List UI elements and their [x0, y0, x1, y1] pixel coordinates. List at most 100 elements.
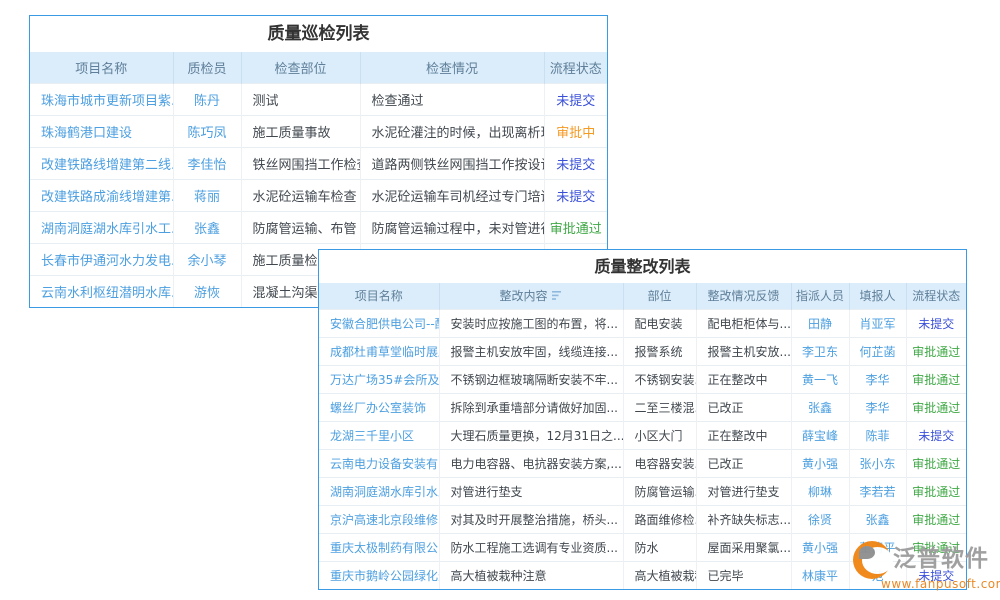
- reporter-link[interactable]: 李若若: [859, 485, 895, 499]
- project-link[interactable]: 湖南洞庭湖水库引水工程施工I标: [330, 485, 439, 499]
- table-row[interactable]: 珠海市城市更新项目紫...陈丹测试检查通过未提交: [30, 83, 607, 115]
- project-link[interactable]: 长春市伊通河水力发电...: [41, 254, 173, 269]
- reporter-link[interactable]: 李华: [865, 373, 889, 387]
- assignee-link[interactable]: 柳琳: [808, 485, 832, 499]
- project-link[interactable]: 珠海市城市更新项目紫...: [41, 94, 173, 109]
- inspection-list-title: 质量巡检列表: [30, 16, 607, 52]
- table-row[interactable]: 湖南洞庭湖水库引水工...张鑫防腐管运输、布管防腐管运输过程中，未对管进行...…: [30, 211, 607, 243]
- feedback-text: 补齐缺失标志...: [708, 513, 791, 527]
- table-row[interactable]: 改建铁路线增建第二线...李佳怡铁丝网围挡工作检查道路两侧铁丝网围挡工作按设计.…: [30, 147, 607, 179]
- column-header-reporter: 填报人: [849, 283, 906, 309]
- project-link[interactable]: 万达广场35#会所及咖啡厅空...: [330, 373, 439, 387]
- project-link[interactable]: 安徽合肥供电公司--配电设备...: [330, 317, 439, 331]
- inspector-link[interactable]: 陈丹: [194, 94, 220, 109]
- part-text: 防腐管运输...: [635, 485, 697, 499]
- situation-text: 检查通过: [372, 94, 424, 109]
- table-row[interactable]: 云南电力设备安装有限公司20...电力电容器、电抗器安装方案,...电容器安装.…: [319, 449, 966, 477]
- table-row[interactable]: 京沪高速北京段维修对其及时开展整治措施，桥头...路面维修检...补齐缺失标志.…: [319, 505, 966, 533]
- inspection-header-row: 项目名称质检员检查部位检查情况流程状态: [30, 52, 607, 83]
- table-row[interactable]: 龙湖三千里小区大理石质量更换，12月31日之...小区大门正在整改中薛宝峰陈菲未…: [319, 421, 966, 449]
- column-header-label: 质检员: [187, 62, 226, 77]
- reporter-link[interactable]: 李华: [865, 401, 889, 415]
- cell-situation: 道路两侧铁丝网围挡工作按设计...: [360, 147, 544, 179]
- situation-text: 水泥砼运输车司机经过专门培训...: [372, 190, 545, 205]
- reporter-link[interactable]: 张鑫: [865, 513, 889, 527]
- table-row[interactable]: 珠海鹤港口建设陈巧凤施工质量事故水泥砼灌注的时候，出现离析现象审批中: [30, 115, 607, 147]
- cell-status: 未提交: [544, 83, 607, 115]
- table-row[interactable]: 成都杜甫草堂临时展厅独立展...报警主机安放牢固，线缆连接...报警系统报警主机…: [319, 337, 966, 365]
- assignee-link[interactable]: 徐贤: [808, 513, 832, 527]
- cell-project: 改建铁路线增建第二线...: [30, 147, 173, 179]
- project-link[interactable]: 龙湖三千里小区: [330, 429, 414, 443]
- cell-project: 湖南洞庭湖水库引水工程施工I标: [319, 477, 439, 505]
- cell-project: 成都杜甫草堂临时展厅独立展...: [319, 337, 439, 365]
- table-row[interactable]: 螺丝厂办公室装饰拆除到承重墙部分请做好加固...二至三楼混...已改正张鑫李华审…: [319, 393, 966, 421]
- cell-reporter: 陈菲: [849, 421, 906, 449]
- watermark-url: www.fanpusoft.com: [881, 577, 1000, 591]
- column-header-label: 检查部位: [274, 62, 326, 77]
- column-header-assignee: 指派人员: [791, 283, 849, 309]
- cell-part: 施工质量事故: [241, 115, 360, 147]
- assignee-link[interactable]: 黄一飞: [802, 373, 838, 387]
- assignee-link[interactable]: 薛宝峰: [802, 429, 838, 443]
- reporter-link[interactable]: 何芷菡: [859, 345, 895, 359]
- inspector-link[interactable]: 李佳怡: [187, 158, 226, 173]
- assignee-link[interactable]: 黄小强: [802, 457, 838, 471]
- status-badge: 审批通过: [912, 401, 960, 415]
- cell-status: 审批通过: [906, 337, 966, 365]
- sort-icon[interactable]: [552, 290, 563, 304]
- column-header-content[interactable]: 整改内容: [439, 283, 623, 309]
- assignee-link[interactable]: 张鑫: [808, 401, 832, 415]
- reporter-link[interactable]: 肖亚军: [859, 317, 895, 331]
- status-badge: 未提交: [918, 429, 954, 443]
- cell-inspector: 游恢: [173, 275, 241, 307]
- cell-reporter: 李若若: [849, 477, 906, 505]
- assignee-link[interactable]: 黄小强: [802, 541, 838, 555]
- project-link[interactable]: 重庆太极制药有限公司亳州中...: [330, 541, 439, 555]
- table-row[interactable]: 改建铁路成渝线增建第...蒋丽水泥砼运输车检查水泥砼运输车司机经过专门培训...…: [30, 179, 607, 211]
- cell-feedback: 配电柜柜体与...: [696, 309, 791, 337]
- cell-reporter: 肖亚军: [849, 309, 906, 337]
- assignee-link[interactable]: 林康平: [802, 569, 838, 583]
- cell-project: 京沪高速北京段维修: [319, 505, 439, 533]
- assignee-link[interactable]: 李卫东: [802, 345, 838, 359]
- column-header-label: 指派人员: [796, 289, 844, 303]
- column-header-status: 流程状态: [544, 52, 607, 83]
- table-row[interactable]: 万达广场35#会所及咖啡厅空...不锈钢边框玻璃隔断安装不牢...不锈钢安装..…: [319, 365, 966, 393]
- content-text: 高大植被栽种注意: [451, 569, 547, 583]
- cell-assignee: 柳琳: [791, 477, 849, 505]
- reporter-link[interactable]: 张小东: [859, 457, 895, 471]
- project-link[interactable]: 珠海鹤港口建设: [41, 126, 132, 141]
- project-link[interactable]: 云南水利枢纽潜明水库...: [41, 286, 173, 301]
- project-link[interactable]: 云南电力设备安装有限公司20...: [330, 457, 439, 471]
- project-link[interactable]: 成都杜甫草堂临时展厅独立展...: [330, 345, 439, 359]
- table-row[interactable]: 安徽合肥供电公司--配电设备...安装时应按施工图的布置，将...配电安装配电柜…: [319, 309, 966, 337]
- table-row[interactable]: 湖南洞庭湖水库引水工程施工I标对管进行垫支防腐管运输...对管进行垫支柳琳李若若…: [319, 477, 966, 505]
- inspector-link[interactable]: 陈巧凤: [187, 126, 226, 141]
- situation-text: 道路两侧铁丝网围挡工作按设计...: [372, 158, 545, 173]
- project-link[interactable]: 重庆市鹅岭公园绿化景观提升...: [330, 569, 439, 583]
- project-link[interactable]: 螺丝厂办公室装饰: [330, 401, 426, 415]
- status-badge: 审批通过: [912, 457, 960, 471]
- project-link[interactable]: 京沪高速北京段维修: [330, 513, 438, 527]
- project-link[interactable]: 改建铁路线增建第二线...: [41, 158, 173, 173]
- content-text: 对管进行垫支: [451, 485, 523, 499]
- status-badge: 审批通过: [912, 373, 960, 387]
- project-link[interactable]: 改建铁路成渝线增建第...: [41, 190, 173, 205]
- inspector-link[interactable]: 蒋丽: [194, 190, 220, 205]
- cell-reporter: 张鑫: [849, 505, 906, 533]
- cell-part: 防腐管运输、布管: [241, 211, 360, 243]
- inspector-link[interactable]: 游恢: [194, 286, 220, 301]
- inspector-link[interactable]: 张鑫: [194, 222, 220, 237]
- assignee-link[interactable]: 田静: [808, 317, 832, 331]
- cell-project: 珠海鹤港口建设: [30, 115, 173, 147]
- column-header-label: 项目名称: [75, 62, 127, 77]
- reporter-link[interactable]: 陈菲: [865, 429, 889, 443]
- cell-inspector: 李佳怡: [173, 147, 241, 179]
- cell-part: 二至三楼混...: [623, 393, 696, 421]
- inspector-link[interactable]: 余小琴: [187, 254, 226, 269]
- cell-status: 审批通过: [906, 449, 966, 477]
- project-link[interactable]: 湖南洞庭湖水库引水工...: [41, 222, 173, 237]
- situation-text: 水泥砼灌注的时候，出现离析现象: [372, 126, 545, 141]
- cell-project: 重庆太极制药有限公司亳州中...: [319, 533, 439, 561]
